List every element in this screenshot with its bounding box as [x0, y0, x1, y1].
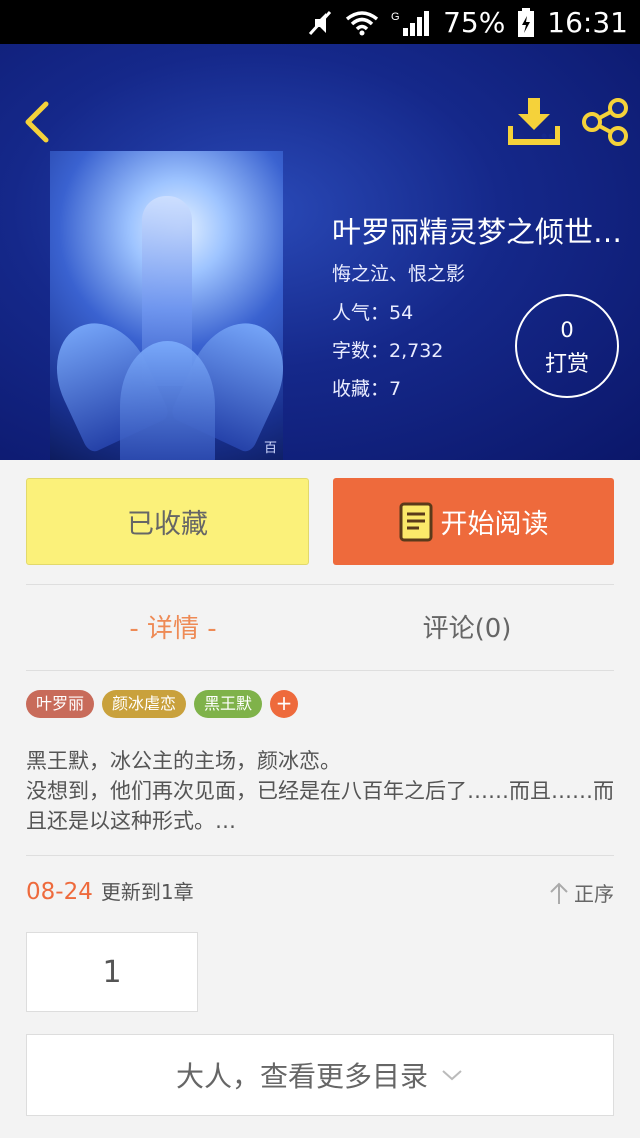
- chevron-down-icon: [442, 1070, 462, 1081]
- divider: [26, 855, 614, 856]
- tag-list: 叶罗丽 颜冰虐恋 黑王默 +: [26, 690, 299, 718]
- cover-petal: [120, 341, 215, 460]
- update-date: 08-24: [26, 879, 93, 905]
- signal-icon: G: [391, 10, 430, 36]
- favorited-label: 已收藏: [127, 509, 208, 540]
- start-reading-button[interactable]: 开始阅读: [333, 478, 614, 565]
- back-arrow-icon[interactable]: [18, 98, 54, 146]
- battery-icon: [518, 7, 535, 37]
- sort-order-label: 正序: [574, 882, 614, 906]
- tip-count: 0: [560, 318, 574, 342]
- tab-comments[interactable]: 评论(0): [320, 608, 614, 645]
- battery-percent: 75%: [443, 6, 506, 39]
- more-catalog-label: 大人，查看更多目录: [175, 1060, 428, 1093]
- network-type: G: [391, 11, 400, 23]
- favorites-stat: 收藏：7: [332, 378, 402, 400]
- divider: [26, 584, 614, 585]
- start-reading-label: 开始阅读: [440, 509, 549, 540]
- share-icon[interactable]: [580, 98, 630, 146]
- clock: 16:31: [547, 6, 628, 39]
- arrow-up-icon: [550, 882, 568, 904]
- wifi-icon: [345, 10, 379, 35]
- wordcount-stat: 字数：2,732: [332, 340, 444, 362]
- update-info: 08-24 更新到1章: [26, 876, 194, 905]
- add-tag-button[interactable]: +: [270, 690, 299, 718]
- book-title: 叶罗丽精灵梦之倾世…: [332, 215, 623, 249]
- tag-chip[interactable]: 颜冰虐恋: [102, 690, 187, 718]
- popularity-stat: 人气：54: [332, 302, 414, 324]
- book-cover-image: 百: [50, 151, 283, 460]
- book-description[interactable]: 黑王默，冰公主的主场，颜冰恋。 没想到，他们再次见面，已经是在八百年之后了……而…: [26, 746, 616, 836]
- description-line: 黑王默，冰公主的主场，颜冰恋。: [26, 749, 341, 773]
- download-icon[interactable]: [508, 96, 560, 146]
- tip-label: 打赏: [544, 352, 589, 377]
- sort-order-toggle[interactable]: 正序: [550, 878, 614, 907]
- description-line: 没想到，他们再次见面，已经是在八百年之后了……而且……而且还是以这种形式。…: [26, 779, 614, 833]
- book-author[interactable]: 悔之泣、恨之影: [332, 259, 465, 286]
- tab-detail[interactable]: - 详情 -: [26, 608, 320, 645]
- tag-chip[interactable]: 叶罗丽: [26, 690, 95, 718]
- tag-chip[interactable]: 黑王默: [194, 690, 263, 718]
- book-icon: [399, 502, 432, 541]
- favorited-button[interactable]: 已收藏: [26, 478, 309, 565]
- chapter-item[interactable]: 1: [26, 932, 198, 1012]
- tip-button[interactable]: 0 打赏: [515, 294, 619, 398]
- chapter-number: 1: [102, 954, 122, 990]
- book-header: 百 叶罗丽精灵梦之倾世… 悔之泣、恨之影 人气：54 字数：2,732 收藏：7…: [0, 44, 640, 460]
- divider: [26, 670, 614, 671]
- cover-watermark: 百: [263, 441, 277, 456]
- mute-icon: [308, 10, 332, 35]
- status-bar: G 75% 16:31: [0, 0, 640, 44]
- update-text: 更新到1章: [100, 880, 194, 904]
- more-catalog-button[interactable]: 大人，查看更多目录: [26, 1034, 614, 1116]
